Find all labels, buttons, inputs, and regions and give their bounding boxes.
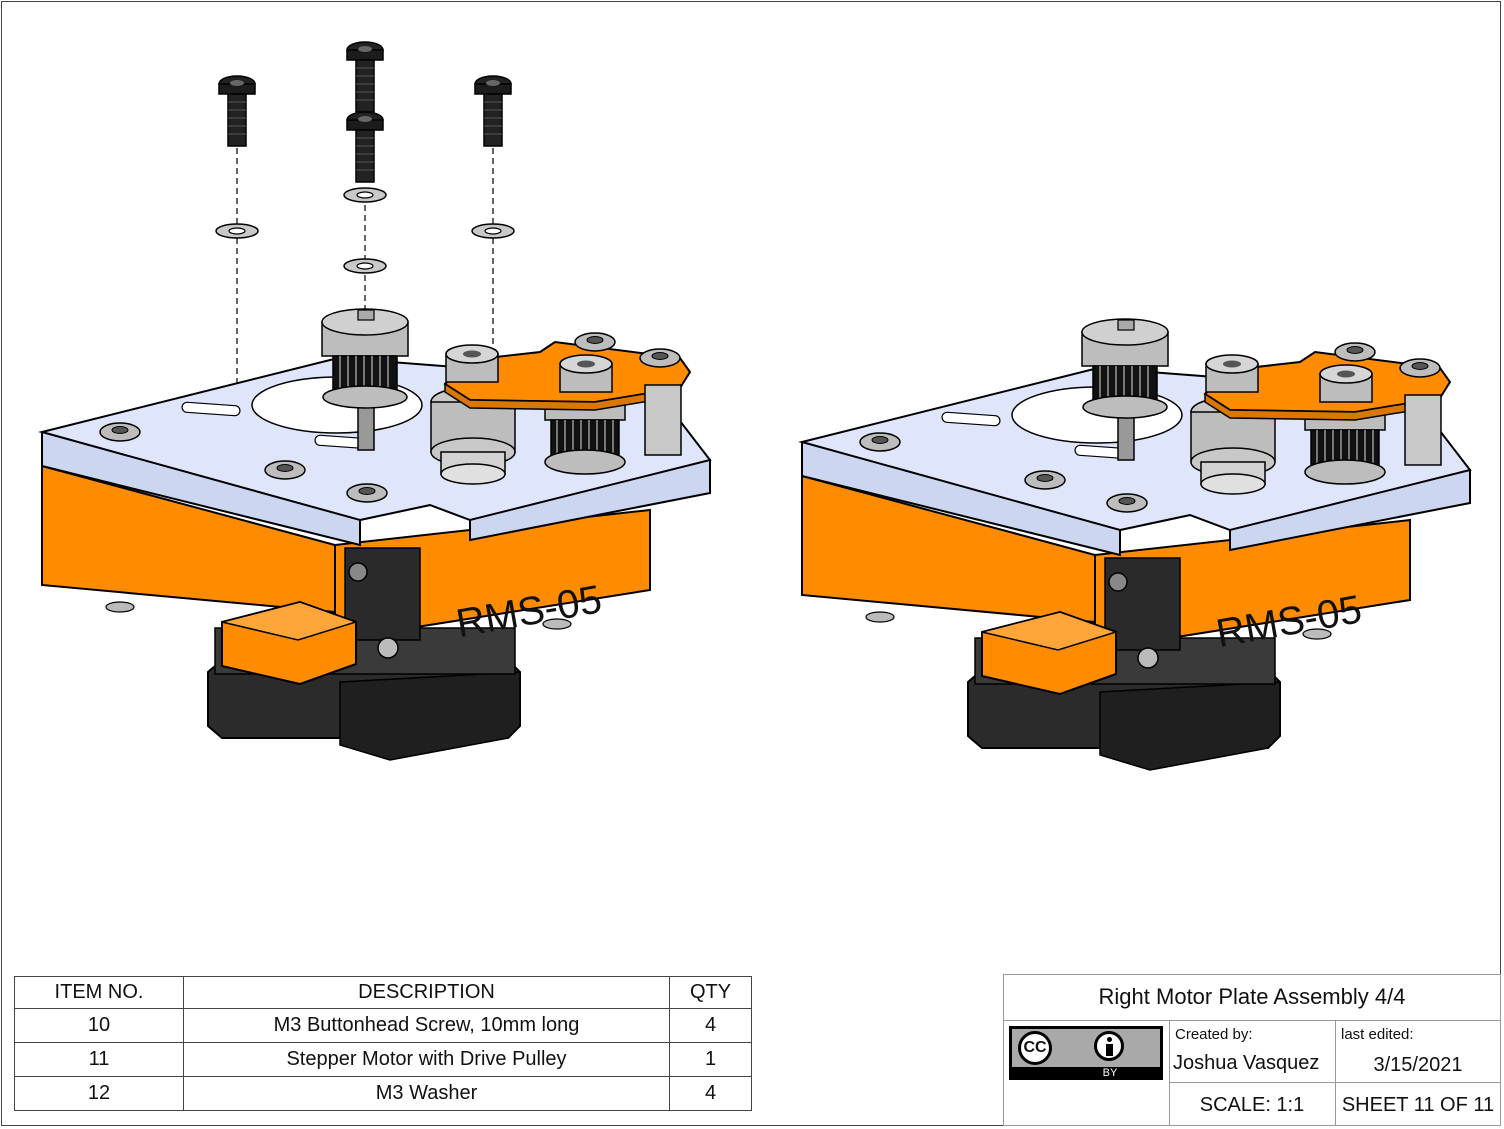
table-row: 10 M3 Buttonhead Screw, 10mm long 4 bbox=[14, 1008, 752, 1043]
attribution-icon bbox=[1094, 1031, 1124, 1061]
bom-header-row: ITEM NO. DESCRIPTION QTY bbox=[14, 976, 752, 1009]
created-by-label: Created by: bbox=[1175, 1026, 1253, 1043]
bom-description: M3 Buttonhead Screw, 10mm long bbox=[183, 1008, 670, 1043]
license-by-label: BY bbox=[1102, 1067, 1118, 1079]
sheet-number: SHEET 11 OF 11 bbox=[1341, 1094, 1495, 1116]
table-row: 11 Stepper Motor with Drive Pulley 1 bbox=[14, 1042, 752, 1077]
creative-commons-by-icon: CC BY bbox=[1009, 1026, 1163, 1080]
cc-circle: CC bbox=[1018, 1031, 1052, 1065]
bom-qty: 4 bbox=[669, 1076, 752, 1111]
bom-item: 10 bbox=[14, 1008, 184, 1043]
bom-header-qty: QTY bbox=[669, 976, 752, 1009]
table-row: 12 M3 Washer 4 bbox=[14, 1076, 752, 1111]
bom-item: 11 bbox=[14, 1042, 184, 1077]
bom-qty: 1 bbox=[669, 1042, 752, 1077]
drawing-title: Right Motor Plate Assembly 4/4 bbox=[1098, 984, 1406, 1009]
bom-description: Stepper Motor with Drive Pulley bbox=[183, 1042, 670, 1077]
author-name: Joshua Vasquez bbox=[1173, 1052, 1320, 1074]
last-edited-label: last edited: bbox=[1341, 1026, 1414, 1043]
bom-description: M3 Washer bbox=[183, 1076, 670, 1111]
bom-item: 12 bbox=[14, 1076, 184, 1111]
bom-header-description: DESCRIPTION bbox=[183, 976, 670, 1009]
bom-header-item: ITEM NO. bbox=[14, 976, 184, 1009]
assembled-view: RMS-05 bbox=[802, 319, 1470, 770]
assembly-drawing: RMS-05 RMS-05 bbox=[0, 41, 1504, 960]
bom-qty: 4 bbox=[669, 1008, 752, 1043]
last-edited-date: 3/15/2021 bbox=[1373, 1054, 1463, 1076]
title-block: Right Motor Plate Assembly 4/4 CC BY Cre… bbox=[1003, 974, 1501, 1126]
bill-of-materials: ITEM NO. DESCRIPTION QTY 10 M3 Buttonhea… bbox=[14, 976, 752, 1111]
exploded-view: RMS-05 bbox=[42, 41, 710, 760]
scale: SCALE: 1:1 bbox=[1199, 1094, 1305, 1116]
